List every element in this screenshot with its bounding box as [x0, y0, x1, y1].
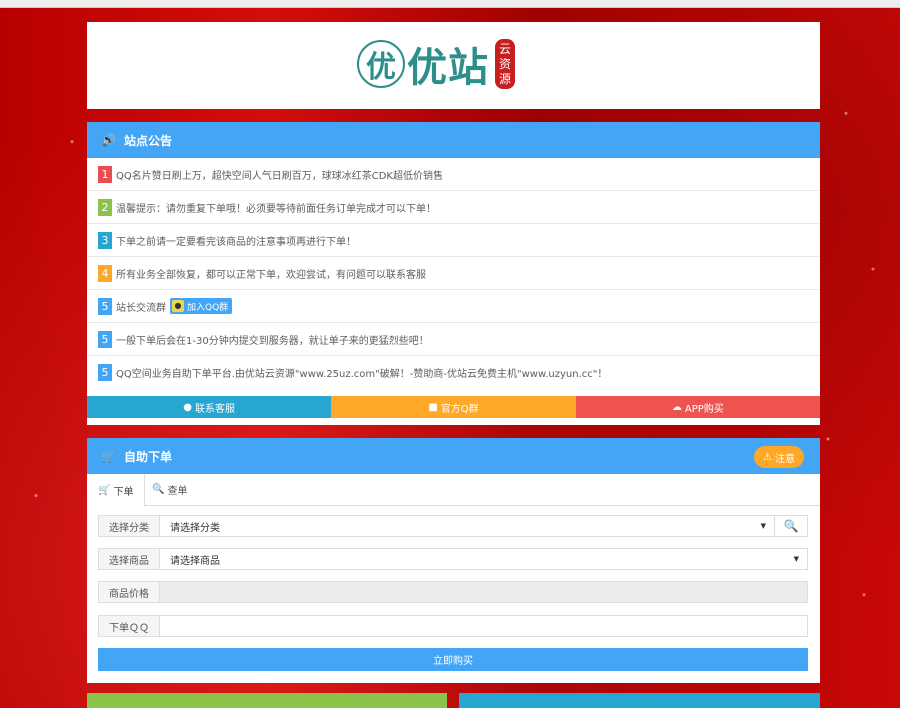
price-label: 商品价格	[99, 582, 160, 602]
cloud-download-icon: ☁	[671, 401, 682, 413]
notice-title: 站点公告	[123, 133, 172, 148]
notice-action-buttons: ● 联系客服 ■ 官方Q群 ☁ APP购买	[87, 396, 820, 418]
join-qq-group-label: 加入QQ群	[187, 302, 229, 313]
search-icon: 🔍	[783, 519, 799, 533]
notice-item: 5 QQ空间业务自助下单平台.由优站云资源"www.25uz.com"破解！-赞助…	[87, 356, 820, 389]
tab-query-order[interactable]: 🔍 查单	[141, 474, 198, 505]
notice-number-badge: 5	[98, 330, 112, 348]
order-title: 自助下单	[123, 449, 172, 464]
app-buy-label: APP购买	[684, 403, 724, 415]
order-header: 🛒 自助下单	[87, 438, 820, 474]
search-icon: 🔍	[152, 484, 165, 495]
order-tabs: 🛒 下单 🔍 查单	[87, 474, 820, 506]
warning-label: 注意	[775, 453, 795, 465]
notice-text: 一般下单后会在1-30分钟内提交到服务器，就让单子来的更猛烈些吧！	[116, 335, 429, 347]
warning-icon: ⚠	[763, 451, 772, 463]
notice-number-badge: 5	[98, 297, 112, 315]
app-buy-button[interactable]: ☁ APP购买	[575, 396, 820, 418]
official-group-label: 官方Q群	[440, 403, 479, 415]
category-row: 选择分类 请选择分类 ▼ 🔍	[98, 515, 808, 537]
notice-number-badge: 1	[98, 165, 112, 183]
logo-circle-mark: 优	[357, 40, 405, 88]
notice-item: 5 站长交流群 ● 加入QQ群	[87, 290, 820, 323]
cart-icon: 🛒	[101, 449, 116, 463]
notice-number-badge: 2	[98, 198, 112, 216]
notice-text: QQ空间业务自助下单平台.由优站云资源"www.25uz.com"破解！-赞助商…	[116, 369, 608, 380]
price-row: 商品价格	[98, 581, 808, 603]
qq-group-icon: ●	[172, 300, 184, 312]
notice-number-badge: 3	[98, 231, 112, 249]
contact-service-button[interactable]: ● 联系客服	[87, 396, 332, 418]
contact-service-label: 联系客服	[195, 403, 236, 415]
notice-item: 3 下单之前请一定要看完该商品的注意事项再进行下单！	[87, 224, 820, 257]
group-icon: ■	[428, 401, 438, 413]
notice-item: 2 温馨提示：请勿重复下单哦！必须要等待前面任务订单完成才可以下单！	[87, 191, 820, 224]
notice-item: 1 QQ名片赞日刷上万，超快空间人气日刷百万，球球冰红茶CDK超低价销售	[87, 158, 820, 191]
notice-text: 下单之前请一定要看完该商品的注意事项再进行下单！	[116, 236, 356, 248]
browser-top-bar	[0, 0, 900, 8]
logo-seal: 云资源	[495, 39, 515, 89]
warning-button[interactable]: ⚠ 注意	[754, 446, 804, 468]
category-select[interactable]: 请选择分类 ▼	[160, 516, 774, 536]
notice-item: 5 一般下单后会在1-30分钟内提交到服务器，就让单子来的更猛烈些吧！	[87, 323, 820, 356]
chevron-down-icon: ▼	[793, 555, 799, 563]
qq-row: 下单ＱＱ	[98, 615, 808, 637]
tab-query-order-label: 查单	[167, 486, 188, 497]
teal-section-header	[459, 693, 820, 708]
price-field	[160, 582, 807, 602]
site-logo[interactable]: 优 优站 云资源	[357, 37, 515, 91]
tab-place-order[interactable]: 🛒 下单	[87, 474, 146, 506]
notice-number-badge: 4	[98, 264, 112, 282]
category-select-value: 请选择分类	[170, 522, 220, 534]
category-search-button[interactable]: 🔍	[774, 516, 807, 536]
qq-icon: ●	[183, 401, 193, 413]
cart-icon: 🛒	[98, 484, 111, 496]
green-section-header	[87, 693, 447, 708]
order-panel: 🛒 自助下单 ⚠ 注意 🛒 下单 🔍 查单 选择分类 请选择分类 ▼ 🔍 选择商…	[87, 438, 820, 683]
join-qq-group-button[interactable]: ● 加入QQ群	[170, 298, 233, 314]
official-group-button[interactable]: ■ 官方Q群	[331, 396, 576, 418]
notice-panel: 🔊 站点公告 1 QQ名片赞日刷上万，超快空间人气日刷百万，球球冰红茶CDK超低价…	[87, 122, 820, 425]
product-select-value: 请选择商品	[170, 555, 220, 567]
notice-text: 温馨提示：请勿重复下单哦！必须要等待前面任务订单完成才可以下单！	[116, 203, 436, 215]
category-label: 选择分类	[99, 516, 160, 536]
volume-icon: 🔊	[101, 133, 116, 147]
qq-label: 下单ＱＱ	[99, 616, 160, 636]
tab-place-order-label: 下单	[113, 486, 134, 498]
notice-text: QQ名片赞日刷上万，超快空间人气日刷百万，球球冰红茶CDK超低价销售	[116, 170, 443, 182]
product-select[interactable]: 请选择商品 ▼	[160, 549, 807, 569]
qq-input[interactable]	[160, 616, 807, 636]
notice-text: 所有业务全部恢复，都可以正常下单，欢迎尝试，有问题可以联系客服	[116, 269, 426, 281]
chevron-down-icon: ▼	[760, 522, 766, 530]
notice-text: 站长交流群	[116, 302, 166, 314]
notice-header: 🔊 站点公告	[87, 122, 820, 158]
buy-now-button[interactable]: 立即购买	[98, 648, 808, 671]
notice-list: 1 QQ名片赞日刷上万，超快空间人气日刷百万，球球冰红茶CDK超低价销售 2 温馨提示…	[87, 158, 820, 389]
notice-item: 4 所有业务全部恢复，都可以正常下单，欢迎尝试，有问题可以联系客服	[87, 257, 820, 290]
notice-number-badge: 5	[98, 364, 112, 381]
logo-text: 优站	[407, 45, 489, 91]
product-label: 选择商品	[99, 549, 160, 569]
product-row: 选择商品 请选择商品 ▼	[98, 548, 808, 570]
